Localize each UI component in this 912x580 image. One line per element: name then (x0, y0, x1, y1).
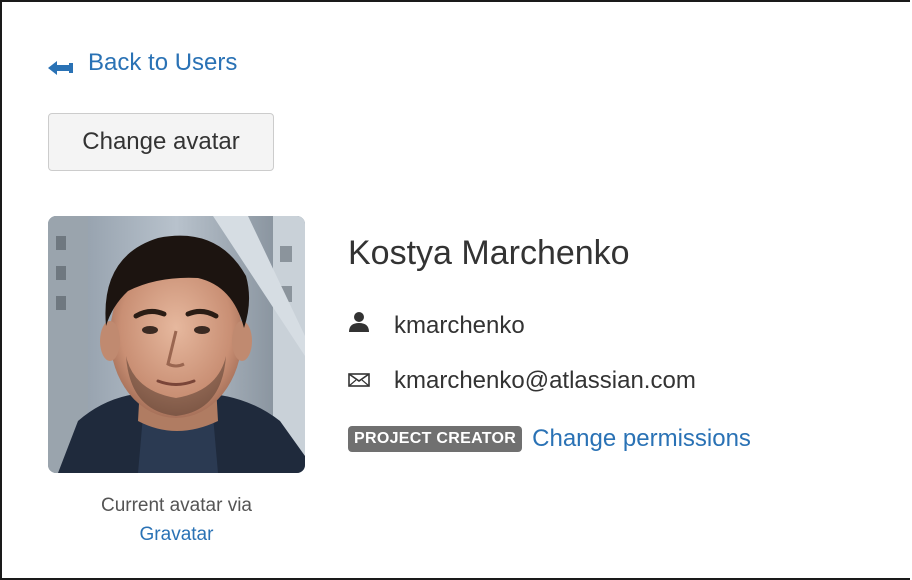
gravatar-link[interactable]: Gravatar (48, 520, 305, 549)
role-badge: PROJECT CREATOR (348, 426, 523, 452)
change-permissions-link[interactable]: Change permissions (532, 425, 751, 453)
avatar-caption: Current avatar via Gravatar (48, 491, 305, 549)
permissions-row: PROJECT CREATOR Change permissions (348, 425, 751, 453)
arrow-left-icon (48, 55, 74, 75)
change-avatar-button[interactable]: Change avatar (48, 113, 274, 171)
user-icon (348, 311, 370, 340)
envelope-icon (348, 367, 370, 395)
avatar-caption-text: Current avatar via (100, 495, 252, 516)
username-value: kmarchenko (394, 311, 525, 339)
email-value: kmarchenko@atlassian.com (394, 367, 696, 394)
back-to-users-label: Back to Users (88, 49, 238, 76)
email-row: kmarchenko@atlassian.com (348, 367, 696, 395)
user-full-name: Kostya Marchenko (348, 234, 630, 272)
back-to-users-link[interactable]: Back to Users (48, 49, 237, 77)
avatar (48, 216, 305, 473)
user-profile-panel: Back to Users Change avatar Current avat… (0, 0, 910, 580)
username-row: kmarchenko (348, 311, 525, 340)
